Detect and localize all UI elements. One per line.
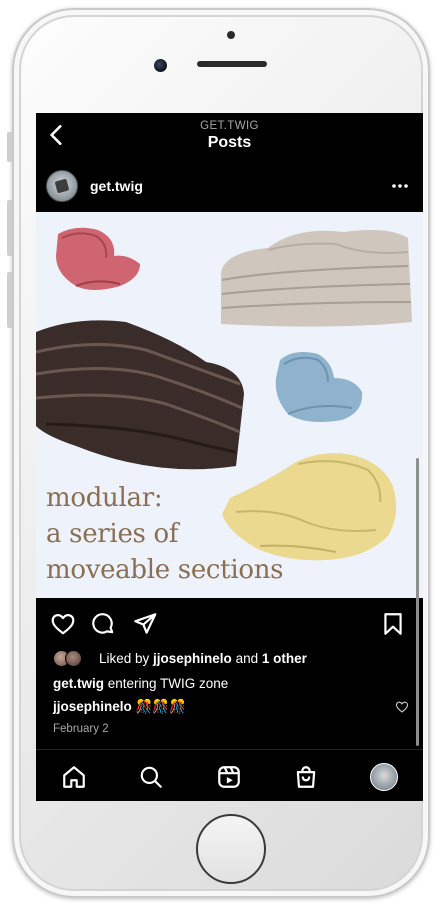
- likes-text: Liked by jjosephinelo and 1 other: [99, 651, 307, 666]
- image-text-line-2: a series of: [46, 519, 179, 549]
- image-text-line-3: moveable sections: [46, 555, 284, 585]
- comment-text: 🎊🎊🎊: [131, 699, 186, 714]
- volume-up-button: [7, 200, 12, 256]
- bottom-nav: [36, 749, 423, 801]
- volume-down-button: [7, 272, 12, 328]
- caption-username[interactable]: get.twig: [53, 676, 104, 691]
- post-date: February 2: [53, 723, 109, 735]
- reels-icon[interactable]: [216, 764, 242, 790]
- post-header: get.twig: [36, 166, 423, 206]
- front-camera: [154, 59, 167, 72]
- comment-preview: jjosephinelo 🎊🎊🎊: [53, 699, 186, 715]
- likes-row[interactable]: Liked by jjosephinelo and 1 other: [53, 649, 413, 669]
- heart-icon[interactable]: [50, 611, 76, 637]
- scrollbar[interactable]: [416, 458, 419, 746]
- post-image[interactable]: modular: a series of moveable sections: [36, 212, 423, 598]
- bookmark-icon[interactable]: [380, 611, 406, 637]
- send-icon[interactable]: [132, 611, 158, 637]
- comment-username[interactable]: jjosephinelo: [53, 699, 132, 714]
- account-label: GET.TWIG: [200, 120, 259, 132]
- beige-sofa-graphic: [221, 230, 412, 327]
- home-button[interactable]: [196, 814, 266, 884]
- search-icon[interactable]: [138, 764, 164, 790]
- pink-chair-graphic: [56, 227, 140, 290]
- mute-switch: [7, 132, 12, 162]
- more-horizontal-icon[interactable]: [390, 176, 410, 196]
- avatar[interactable]: [46, 170, 78, 202]
- shop-bag-icon[interactable]: [293, 764, 319, 790]
- image-text-line-1: modular:: [46, 483, 163, 513]
- post-caption: get.twig entering TWIG zone: [53, 676, 228, 691]
- comment-icon[interactable]: [90, 611, 116, 637]
- page-title: Posts: [207, 134, 252, 151]
- home-icon[interactable]: [61, 764, 87, 790]
- liker-username[interactable]: jjosephinelo: [153, 651, 232, 666]
- app-screen: GET.TWIG Posts get.twig modular: a serie…: [36, 113, 423, 801]
- blue-chair-graphic: [275, 352, 363, 422]
- leather-sofa-graphic: [36, 320, 244, 470]
- post-actions: [36, 609, 423, 639]
- yellow-chair-graphic: [222, 453, 397, 561]
- comment-like-heart-icon[interactable]: [395, 700, 409, 714]
- liker-avatar: [65, 650, 82, 667]
- top-bar: GET.TWIG Posts: [36, 113, 423, 157]
- post-username[interactable]: get.twig: [90, 178, 143, 194]
- likes-others-link[interactable]: 1 other: [262, 651, 307, 666]
- proximity-sensor: [227, 31, 235, 39]
- profile-avatar[interactable]: [370, 763, 398, 791]
- caption-text: entering TWIG zone: [104, 676, 229, 691]
- earpiece-speaker: [197, 61, 267, 67]
